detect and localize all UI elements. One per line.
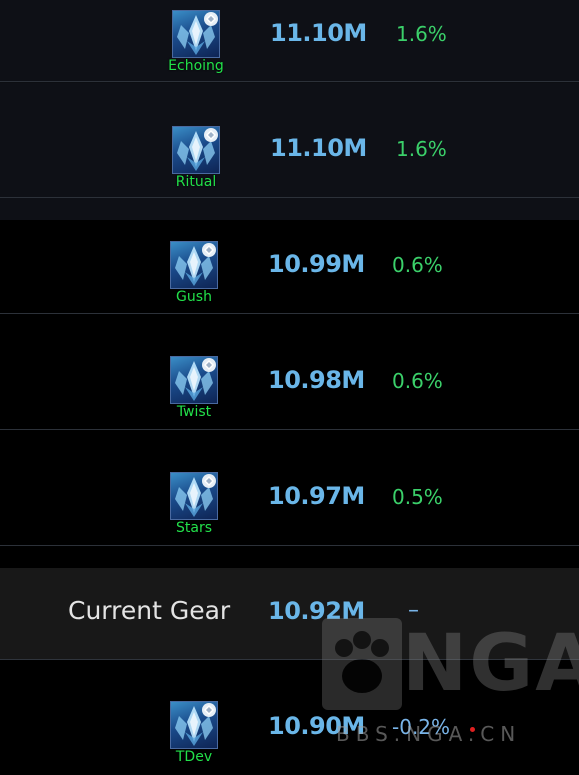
gem-icon-group: Gush xyxy=(170,241,230,311)
section-gap xyxy=(0,198,579,220)
frost-gem-icon xyxy=(172,126,220,174)
section-gap xyxy=(0,660,579,683)
gem-icon-group: Echoing xyxy=(168,10,232,80)
gem-name: Echoing xyxy=(168,58,224,74)
dps-value: 10.97M xyxy=(268,482,365,510)
row-divider xyxy=(0,81,579,82)
gem-name: Stars xyxy=(175,520,212,536)
gem-name: Twist xyxy=(176,404,212,420)
frost-gem-icon xyxy=(170,356,218,404)
current-gear-label: Current Gear xyxy=(68,596,231,625)
red-dot-marker xyxy=(470,727,475,732)
frost-gem-icon xyxy=(170,701,218,749)
frost-gem-icon xyxy=(170,472,218,520)
dps-value: 11.10M xyxy=(270,19,367,47)
frost-gem-icon xyxy=(170,241,218,289)
sim-results-list: Echoing 11.10M 1.6% Ritual 11.10M 1.6% G… xyxy=(0,0,579,775)
gem-icon-group: Twist xyxy=(170,356,230,426)
result-row[interactable]: TDev 10.90M -0.2% xyxy=(0,683,579,775)
result-row[interactable]: Stars 10.97M 0.5% xyxy=(0,430,579,546)
dps-gain: – xyxy=(408,598,419,623)
gem-name: TDev xyxy=(175,749,213,765)
gem-icon-group: TDev xyxy=(170,701,230,771)
dps-value: 10.98M xyxy=(268,366,365,394)
current-gear-row[interactable]: Current Gear 10.92M – xyxy=(0,568,579,660)
dps-value: 10.90M xyxy=(268,712,365,740)
dps-loss: -0.2% xyxy=(392,715,451,739)
dps-value: 11.10M xyxy=(270,134,367,162)
dps-gain: 0.5% xyxy=(392,485,443,509)
gem-icon-group: Stars xyxy=(170,472,230,542)
result-row[interactable]: Ritual 11.10M 1.6% xyxy=(0,83,579,198)
dps-gain: 0.6% xyxy=(392,369,443,393)
frost-gem-icon xyxy=(172,10,220,58)
dps-value: 10.92M xyxy=(268,597,365,625)
dps-gain: 1.6% xyxy=(396,137,447,161)
dps-value: 10.99M xyxy=(268,250,365,278)
dps-gain: 0.6% xyxy=(392,253,443,277)
result-row[interactable]: Echoing 11.10M 1.6% xyxy=(0,0,579,82)
dps-gain: 1.6% xyxy=(396,22,447,46)
result-row[interactable]: Twist 10.98M 0.6% xyxy=(0,314,579,430)
gem-icon-group: Ritual xyxy=(172,126,232,196)
gem-name: Gush xyxy=(176,289,212,305)
section-gap xyxy=(0,546,579,568)
gem-name: Ritual xyxy=(175,174,217,190)
